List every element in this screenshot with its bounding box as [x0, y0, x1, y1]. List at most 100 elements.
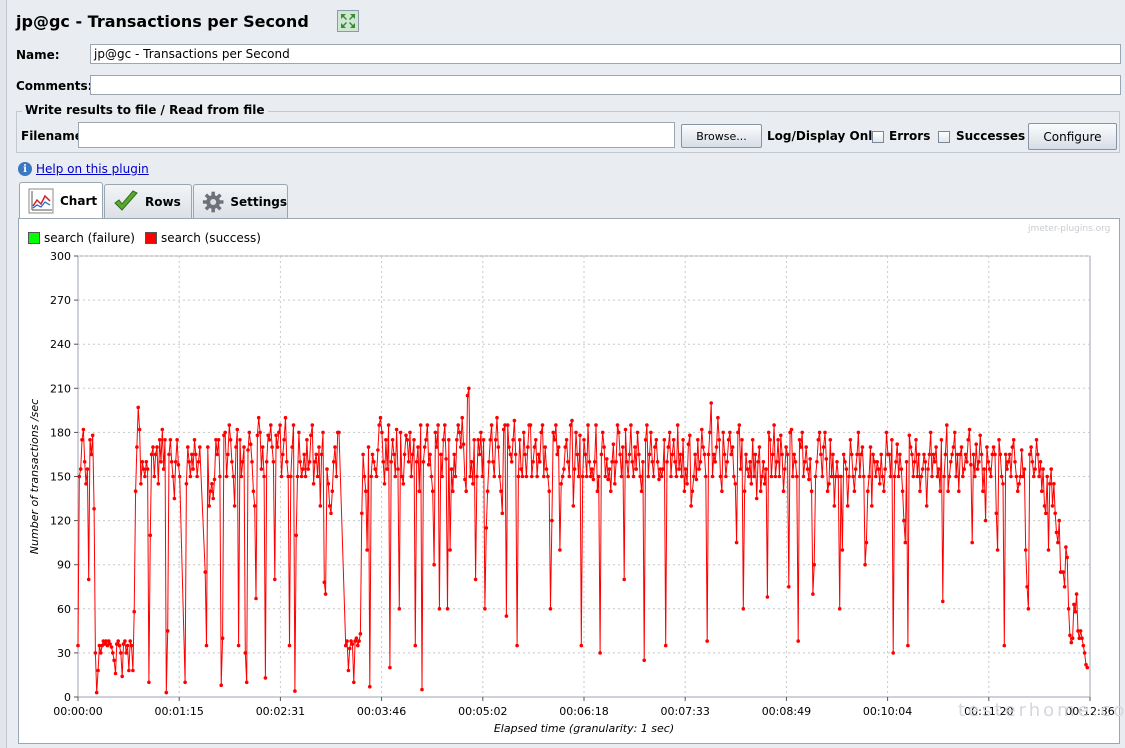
data-point: [432, 562, 436, 567]
data-point: [906, 643, 910, 648]
data-point: [630, 460, 634, 464]
data-point: [716, 415, 720, 420]
y-axis-title: Number of transactions /sec: [28, 399, 41, 554]
info-icon: i: [18, 162, 32, 176]
data-point: [823, 430, 827, 435]
data-point: [485, 489, 490, 493]
data-point: [882, 489, 886, 493]
data-point: [922, 452, 926, 457]
data-point: [734, 540, 739, 545]
data-point: [745, 467, 750, 471]
tab-rows[interactable]: Rows: [104, 184, 192, 218]
configure-button[interactable]: Configure: [1028, 123, 1117, 150]
data-point: [469, 460, 474, 464]
data-point: [773, 474, 778, 479]
comments-field[interactable]: [90, 75, 1121, 95]
data-point: [128, 639, 132, 643]
data-point: [714, 445, 719, 449]
data-point: [718, 474, 723, 479]
data-point: [600, 430, 605, 435]
data-point: [433, 430, 438, 435]
data-point: [398, 430, 403, 435]
data-point: [218, 474, 222, 479]
data-point: [540, 423, 545, 427]
data-point: [177, 474, 182, 479]
successes-checkbox[interactable]: [938, 131, 950, 143]
data-point: [591, 477, 596, 482]
data-point: [697, 467, 701, 471]
data-point: [563, 445, 568, 449]
data-point: [1048, 482, 1052, 486]
data-point: [230, 460, 234, 464]
data-point: [250, 460, 254, 464]
data-point: [295, 474, 300, 479]
data-point: [696, 438, 700, 442]
data-point: [267, 438, 272, 442]
data-point: [1040, 489, 1044, 493]
data-point: [1041, 467, 1045, 471]
data-point: [512, 418, 517, 423]
data-point: [594, 423, 598, 427]
data-point: [654, 438, 659, 442]
data-point: [244, 680, 249, 685]
tab-chart[interactable]: Chart: [19, 182, 103, 218]
data-point: [796, 639, 800, 643]
data-point: [378, 415, 383, 420]
name-field[interactable]: jp@gc - Transactions per Second: [90, 44, 1121, 64]
data-point: [535, 474, 539, 479]
data-point: [817, 430, 822, 435]
data-point: [762, 482, 767, 486]
data-point: [501, 427, 506, 432]
data-point: [85, 467, 90, 471]
data-point: [765, 595, 770, 599]
data-point: [412, 438, 416, 442]
data-point: [124, 651, 128, 655]
data-point: [951, 445, 956, 449]
data-point: [587, 460, 592, 464]
data-point: [870, 504, 874, 508]
data-point: [269, 423, 273, 427]
data-point: [665, 460, 669, 464]
data-point: [460, 415, 465, 420]
data-point: [444, 457, 448, 461]
data-point: [844, 467, 849, 471]
data-point: [920, 467, 925, 471]
data-point: [1074, 592, 1079, 596]
data-point: [120, 674, 124, 679]
expand-icon[interactable]: [336, 10, 359, 32]
help-link[interactable]: Help on this plugin: [36, 162, 149, 176]
data-point: [220, 636, 225, 640]
data-point: [129, 643, 134, 648]
data-point: [675, 423, 680, 427]
errors-checkbox[interactable]: [872, 131, 884, 143]
data-point: [614, 460, 618, 464]
data-point: [923, 460, 928, 464]
data-point: [708, 430, 712, 435]
data-point: [161, 467, 166, 471]
data-point: [137, 427, 142, 432]
data-point: [832, 504, 837, 508]
data-point: [76, 643, 80, 648]
data-point: [311, 482, 316, 486]
filename-field[interactable]: [78, 122, 675, 148]
data-point: [825, 489, 830, 493]
data-point: [263, 676, 268, 680]
data-point: [880, 474, 885, 479]
data-point: [793, 460, 798, 464]
data-point: [329, 511, 333, 516]
legend-label-success: search (success): [160, 231, 261, 245]
data-point: [914, 438, 918, 442]
tab-settings[interactable]: Settings: [193, 184, 288, 218]
data-point: [392, 452, 396, 457]
data-point: [894, 460, 898, 464]
data-point: [508, 452, 513, 457]
data-point: [991, 445, 996, 449]
data-point: [517, 438, 522, 442]
browse-button[interactable]: Browse...: [681, 124, 762, 148]
data-point: [736, 430, 740, 435]
data-point: [303, 474, 308, 479]
data-point: [354, 636, 359, 640]
data-point: [884, 430, 889, 435]
legend-item-failure: search (failure): [28, 231, 135, 245]
data-point: [957, 489, 961, 493]
